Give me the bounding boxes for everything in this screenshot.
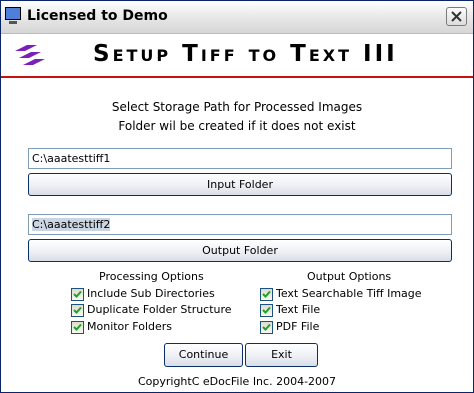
- logo-icon: [15, 45, 45, 65]
- checkbox-label: Monitor Folders: [87, 320, 173, 333]
- close-icon: [451, 11, 462, 22]
- checkbox-checked-icon: [260, 321, 273, 334]
- instruction-line-2: Folder wil be created if it does not exi…: [118, 119, 356, 133]
- input-path-field[interactable]: C:\aaatesttiff1: [28, 148, 452, 169]
- checkbox-label: Text Searchable Tiff Image: [276, 287, 422, 300]
- output-path-field[interactable]: C:\aaatesttiff2: [28, 214, 452, 235]
- output-folder-button[interactable]: Output Folder: [28, 239, 452, 262]
- checkbox-label: Include Sub Directories: [87, 287, 215, 300]
- output-path-value: C:\aaatesttiff2: [32, 218, 111, 231]
- checkbox-checked-icon: [260, 304, 273, 317]
- checkbox-label: PDF File: [276, 320, 320, 333]
- dialog-body: Select Storage Path for Processed Images…: [1, 78, 473, 392]
- close-button[interactable]: [446, 7, 467, 26]
- continue-button[interactable]: Continue: [164, 343, 243, 367]
- window-title: Licensed to Demo: [27, 8, 168, 24]
- checkbox-checked-icon: [71, 288, 84, 301]
- processing-options-heading: Processing Options: [99, 270, 204, 283]
- setup-window: Licensed to Demo Setup Tiff to Text III …: [0, 0, 474, 393]
- banner-title: Setup Tiff to Text III: [93, 41, 398, 67]
- copyright-text: CopyrightC eDocFile Inc. 2004-2007: [137, 375, 337, 388]
- checkbox-label: Duplicate Folder Structure: [87, 303, 232, 316]
- exit-button[interactable]: Exit: [245, 343, 318, 367]
- checkbox-checked-icon: [71, 304, 84, 317]
- title-bar[interactable]: Licensed to Demo: [1, 1, 473, 34]
- output-options-heading: Output Options: [307, 270, 392, 283]
- checkbox-checked-icon: [71, 321, 84, 334]
- input-folder-button[interactable]: Input Folder: [28, 173, 452, 196]
- computer-icon: [5, 7, 21, 24]
- checkbox-checked-icon: [260, 288, 273, 301]
- checkbox-label: Text File: [276, 303, 321, 316]
- instruction-line-1: Select Storage Path for Processed Images: [111, 100, 363, 114]
- banner: Setup Tiff to Text III: [1, 34, 473, 76]
